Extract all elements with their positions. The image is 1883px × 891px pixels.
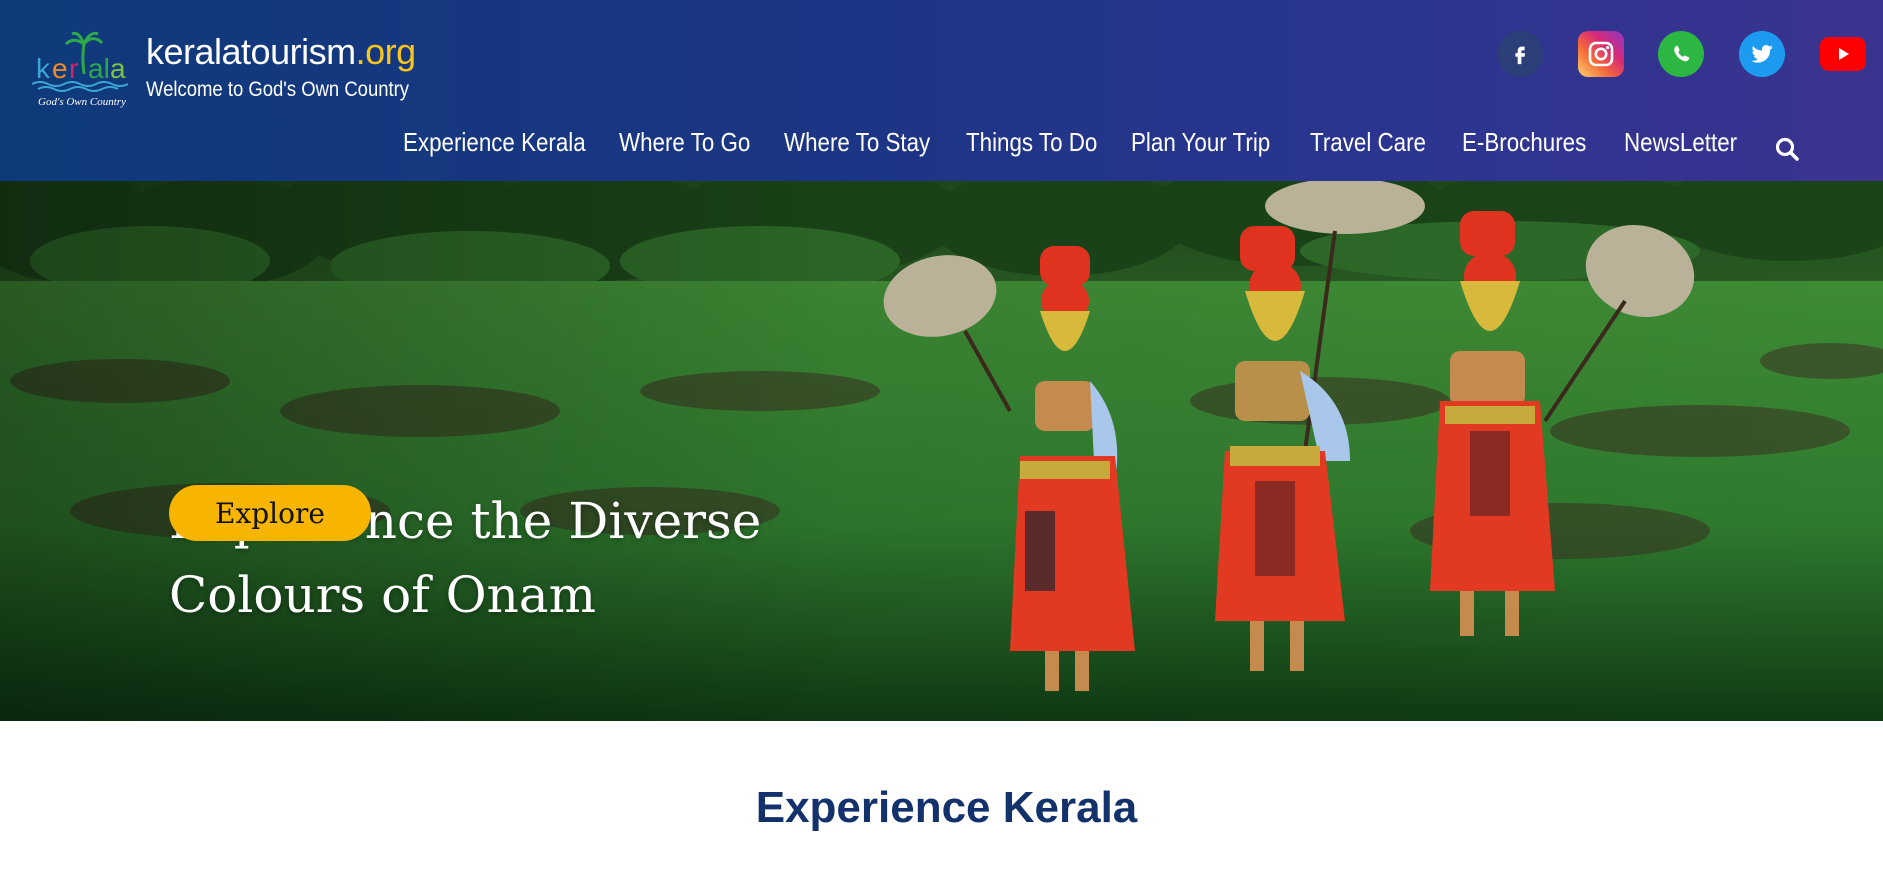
svg-text:al: al: [88, 53, 110, 84]
search-icon: [1775, 137, 1799, 161]
site-subtitle: Welcome to God's Own Country: [146, 78, 410, 101]
nav-search-button[interactable]: [1774, 136, 1800, 167]
logo-tagline: God's Own Country: [38, 96, 126, 108]
svg-text:a: a: [110, 53, 126, 84]
site-header: k e r al a God's Own Country keralatouri…: [0, 0, 1883, 181]
whatsapp-icon: [1674, 45, 1690, 62]
site-name-tld: .org: [355, 31, 417, 72]
nav-plan-your-trip[interactable]: Plan Your Trip: [1131, 128, 1270, 157]
nav-e-brochures[interactable]: E-Brochures: [1462, 128, 1586, 157]
nav-experience-kerala[interactable]: Experience Kerala: [403, 128, 586, 157]
kerala-logo-icon: k e r al a: [31, 31, 129, 92]
facebook-link[interactable]: [1497, 31, 1543, 77]
nav-travel-care[interactable]: Travel Care: [1310, 128, 1426, 157]
nav-newsletter[interactable]: NewsLetter: [1624, 128, 1737, 157]
nav-things-to-do[interactable]: Things To Do: [966, 128, 1097, 157]
hero-banner: Experience the Diverse Colours of Onam: [0, 181, 1883, 721]
explore-button[interactable]: Explore: [169, 485, 371, 541]
facebook-icon: [1515, 46, 1526, 65]
svg-text:e: e: [52, 53, 68, 84]
section-title-experience-kerala: Experience Kerala: [755, 783, 1138, 832]
youtube-icon: [1839, 48, 1849, 60]
site-name-main: keralatourism: [146, 31, 356, 72]
nav-where-to-go[interactable]: Where To Go: [619, 128, 750, 157]
svg-text:r: r: [69, 53, 78, 84]
hero-title-line-2: Colours of Onam: [169, 566, 597, 624]
svg-text:k: k: [36, 53, 51, 84]
kerala-logo[interactable]: k e r al a God's Own Country: [30, 30, 130, 108]
whatsapp-link[interactable]: [1658, 31, 1704, 77]
youtube-link[interactable]: [1820, 37, 1866, 71]
nav-where-to-stay[interactable]: Where To Stay: [784, 128, 930, 157]
instagram-icon: [1588, 41, 1614, 67]
site-name[interactable]: keralatourism.org: [146, 34, 416, 70]
hero-background-image: [0, 181, 1883, 721]
instagram-link[interactable]: [1578, 31, 1624, 77]
twitter-link[interactable]: [1739, 31, 1785, 77]
twitter-icon: [1751, 45, 1773, 63]
